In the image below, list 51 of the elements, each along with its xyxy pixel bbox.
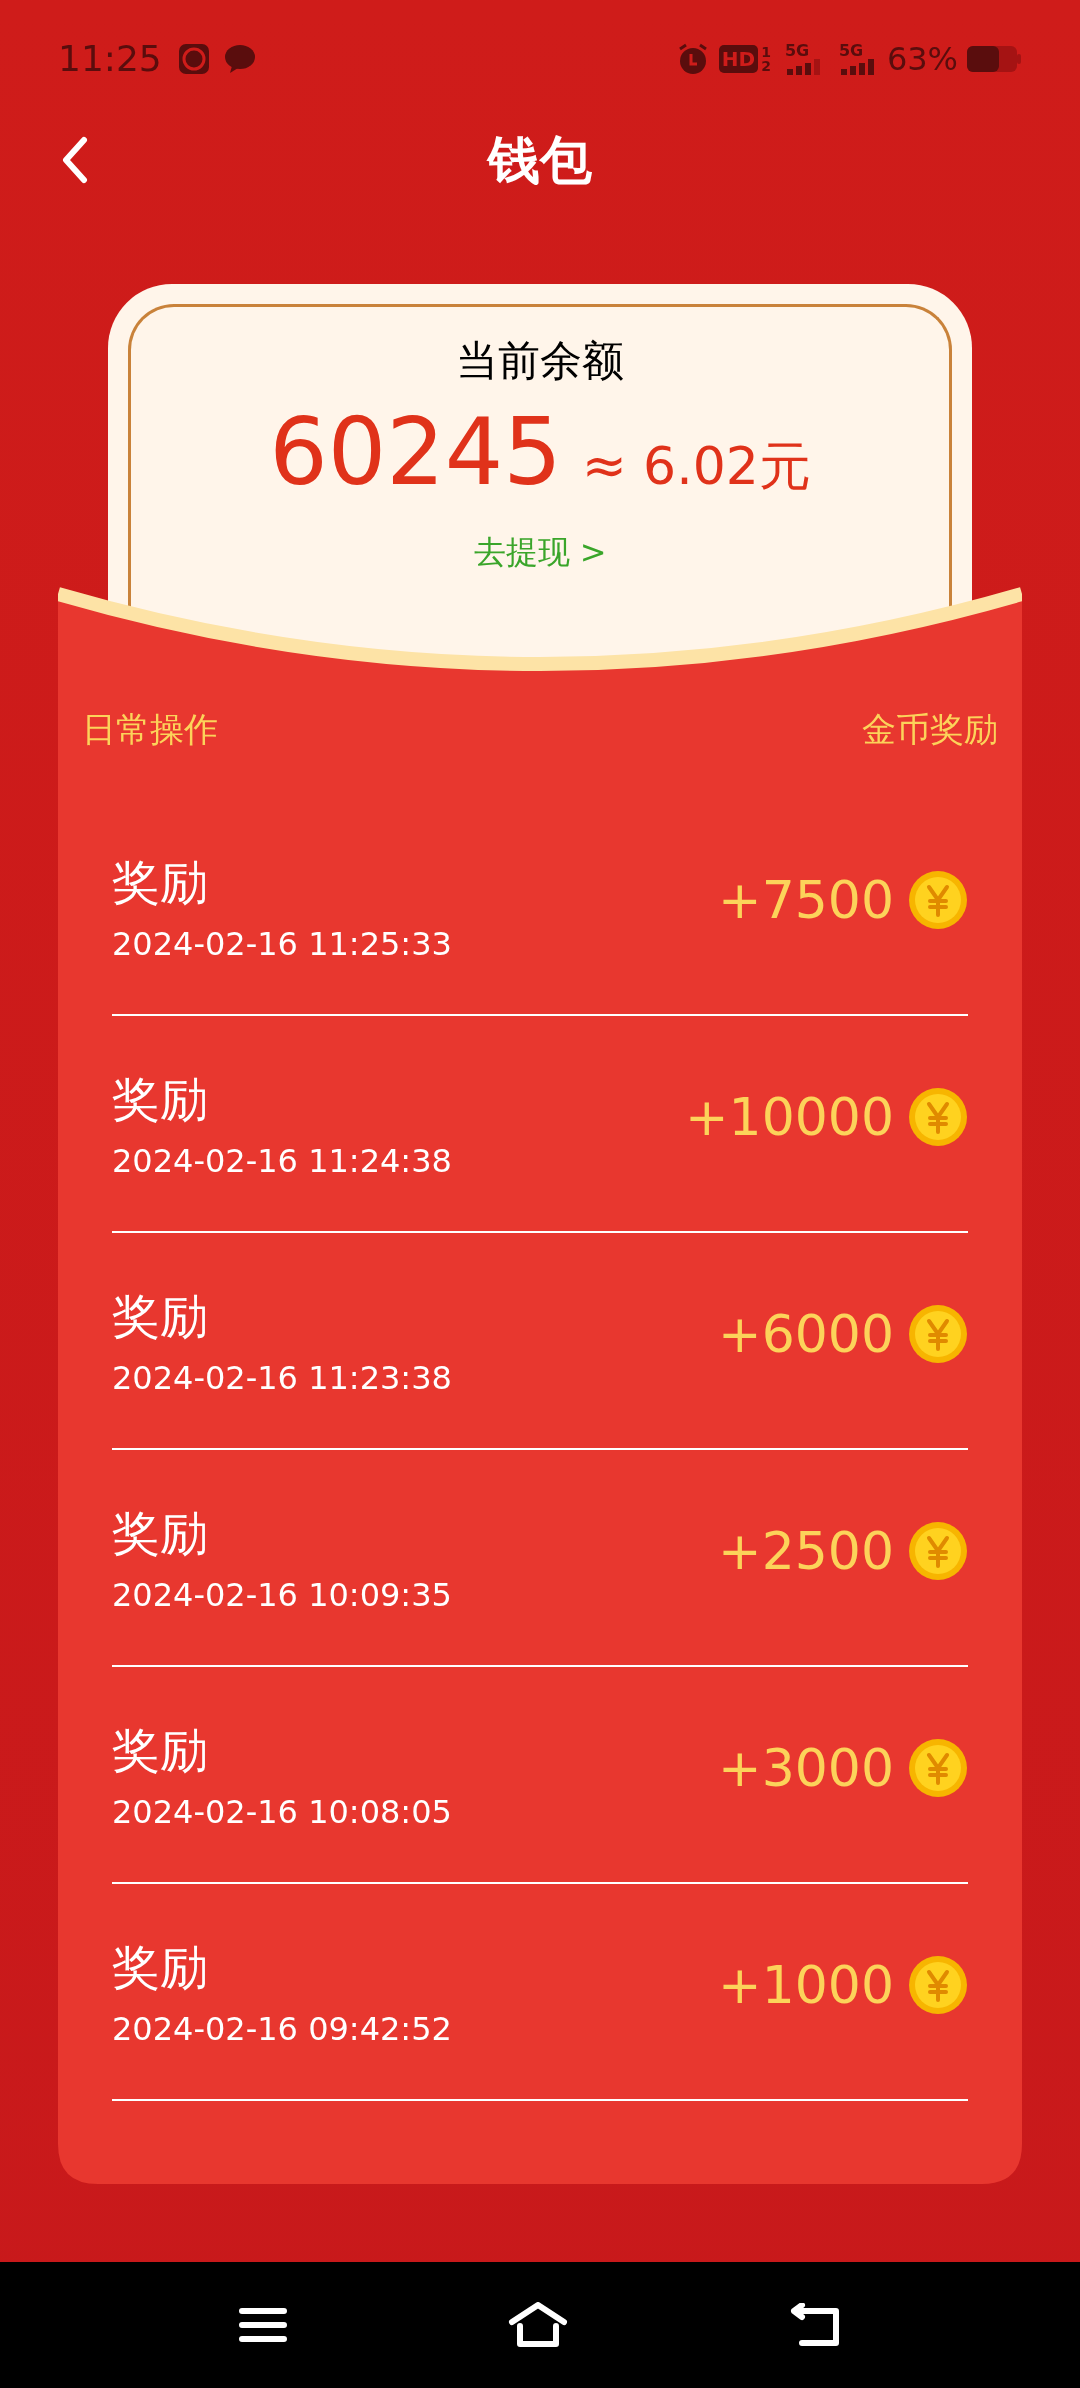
- coin-balance: 60245: [269, 398, 562, 508]
- coin-icon: [908, 1303, 968, 1364]
- record-time: 2024-02-16 11:24:38: [112, 1140, 453, 1182]
- column-label: 金币奖励: [862, 708, 998, 751]
- record-time: 2024-02-16 09:42:52: [112, 2008, 453, 2050]
- hd-badge: HD: [718, 45, 759, 73]
- cash-balance: 6.02元: [643, 435, 811, 498]
- reward-amount: +2500: [718, 1519, 894, 1583]
- reward-record[interactable]: 奖励 2024-02-16 10:08:05 +3000: [112, 1667, 968, 1884]
- reward-record[interactable]: 奖励 2024-02-16 11:23:38 +6000: [112, 1233, 968, 1450]
- record-title: 奖励: [112, 1286, 209, 1346]
- record-title: 奖励: [112, 1937, 209, 1997]
- record-time: 2024-02-16 11:23:38: [112, 1357, 453, 1399]
- reward-amount: +1000: [718, 1953, 894, 2017]
- column-label: 日常操作: [82, 708, 218, 751]
- record-time: 2024-02-16 10:09:35: [112, 1574, 453, 1616]
- reward-amount: +3000: [718, 1736, 894, 1800]
- withdraw-link[interactable]: 去提现 >: [473, 528, 607, 576]
- record-time: 2024-02-16 10:08:05: [112, 1791, 453, 1833]
- record-title: 奖励: [112, 1069, 209, 1129]
- sim-number: 2: [761, 59, 771, 73]
- approx-sign: ≈: [581, 433, 628, 499]
- chat-bubble-icon: [223, 44, 256, 74]
- home-button[interactable]: [508, 2302, 568, 2348]
- reward-record[interactable]: 奖励 2024-02-16 09:42:52 +1000: [112, 1884, 968, 2101]
- menu-button[interactable]: [238, 2305, 288, 2345]
- status-time: 11:25: [58, 37, 162, 81]
- coin-icon: [908, 1737, 968, 1798]
- back-nav-button[interactable]: [788, 2303, 842, 2347]
- reward-amount: +6000: [718, 1302, 894, 1366]
- sim-number: 1: [761, 45, 771, 59]
- balance-label: 当前余额: [456, 335, 624, 387]
- record-title: 奖励: [112, 1503, 209, 1563]
- record-title: 奖励: [112, 852, 209, 912]
- network-type: 5G: [784, 43, 811, 59]
- coin-icon: [908, 1086, 968, 1147]
- reward-record[interactable]: 奖励 2024-02-16 10:09:35 +2500: [112, 1450, 968, 1667]
- network-type: 5G: [838, 43, 865, 59]
- app-icon: [177, 43, 210, 75]
- page-title: 钱包: [488, 129, 592, 192]
- reward-record[interactable]: 奖励 2024-02-16 11:25:33 +7500: [112, 799, 968, 1016]
- coin-icon: [908, 1520, 968, 1581]
- reward-amount: +10000: [685, 1085, 894, 1149]
- coin-icon: [908, 1954, 968, 2015]
- record-time: 2024-02-16 11:25:33: [112, 923, 453, 965]
- reward-amount: +7500: [718, 868, 894, 932]
- record-title: 奖励: [112, 1720, 209, 1780]
- coin-icon: [908, 869, 968, 930]
- reward-record[interactable]: 奖励 2024-02-16 11:24:38 +10000: [112, 1016, 968, 1233]
- battery-icon: [966, 45, 1022, 73]
- battery-percent: 63%: [886, 39, 958, 80]
